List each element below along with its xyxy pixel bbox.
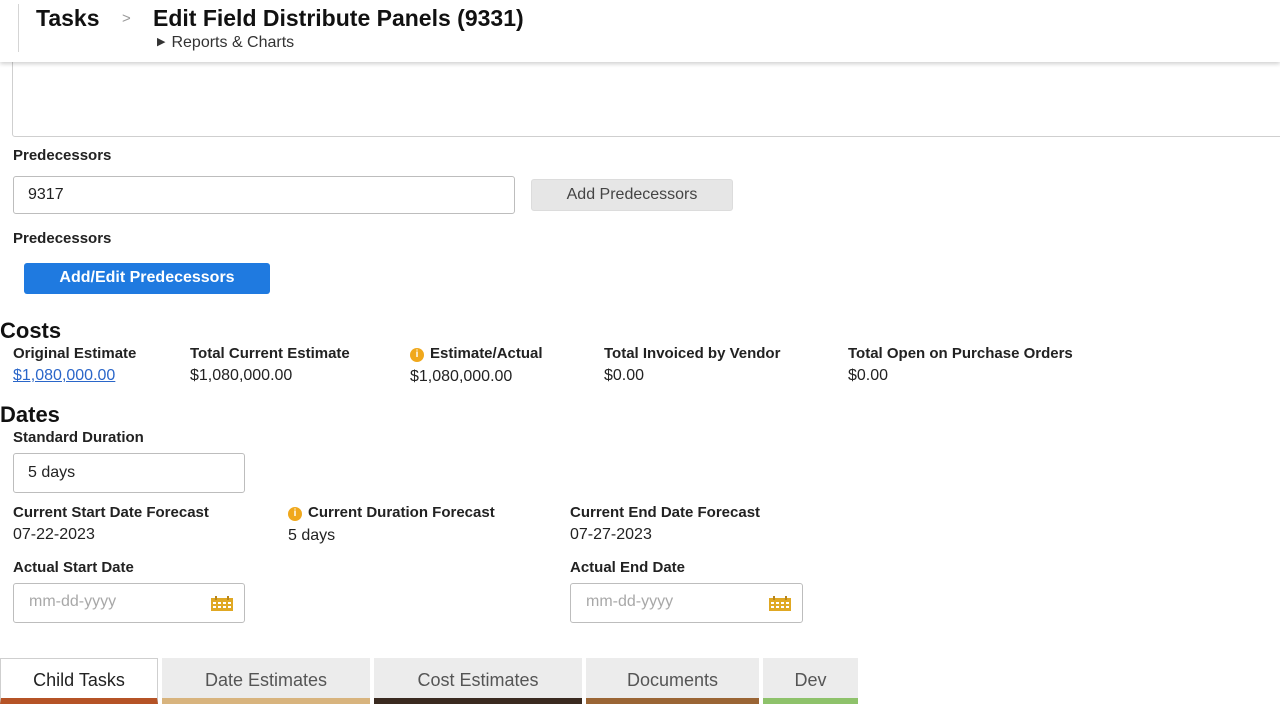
breadcrumb-separator-icon: >: [122, 10, 131, 27]
current-end-forecast-value: 07-27-2023: [570, 526, 652, 543]
current-end-forecast-label: Current End Date Forecast: [570, 504, 761, 521]
actual-end-date-label: Actual End Date: [570, 559, 686, 576]
actual-start-date-input[interactable]: mm-dd-yyyy: [13, 583, 245, 623]
total-open-po-value: $0.00: [848, 367, 889, 384]
tab-documents[interactable]: Documents: [586, 658, 759, 704]
caret-right-icon: ▶: [157, 36, 166, 48]
current-duration-forecast-header: i Current Duration Forecast: [288, 504, 495, 521]
estimate-actual-label: Estimate/Actual: [430, 345, 543, 362]
actual-start-date-placeholder: mm-dd-yyyy: [29, 593, 117, 610]
tab-dev[interactable]: Dev: [763, 658, 858, 704]
estimate-actual-value: $1,080,000.00: [410, 368, 513, 385]
tab-date-estimates[interactable]: Date Estimates: [162, 658, 370, 704]
calendar-icon[interactable]: [211, 596, 233, 611]
total-current-estimate-label: Total Current Estimate: [190, 345, 350, 362]
add-edit-predecessors-button[interactable]: Add/Edit Predecessors: [24, 263, 270, 294]
page-title: Edit Field Distribute Panels (9331): [153, 5, 524, 31]
breadcrumb-tasks-link[interactable]: Tasks: [36, 5, 100, 32]
standard-duration-label: Standard Duration: [13, 429, 144, 446]
actual-end-date-placeholder: mm-dd-yyyy: [586, 593, 674, 610]
dates-heading: Dates: [0, 402, 60, 427]
header-divider: [18, 4, 19, 52]
actual-start-date-label: Actual Start Date: [13, 559, 134, 576]
calendar-icon[interactable]: [769, 596, 791, 611]
predecessors-label-2: Predecessors: [13, 230, 112, 247]
standard-duration-input[interactable]: [13, 453, 245, 493]
info-icon[interactable]: i: [410, 348, 424, 362]
current-duration-forecast-label: Current Duration Forecast: [308, 504, 495, 521]
original-estimate-label: Original Estimate: [13, 345, 137, 362]
reports-charts-label: Reports & Charts: [171, 34, 295, 51]
estimate-actual-header: i Estimate/Actual: [410, 345, 543, 362]
current-duration-forecast-value: 5 days: [288, 527, 336, 544]
original-estimate-link[interactable]: $1,080,000.00: [13, 367, 115, 385]
total-invoiced-label: Total Invoiced by Vendor: [604, 345, 781, 362]
total-open-po-label: Total Open on Purchase Orders: [848, 345, 1073, 362]
costs-heading: Costs: [0, 318, 62, 343]
current-start-forecast-label: Current Start Date Forecast: [13, 504, 209, 521]
info-icon[interactable]: i: [288, 507, 302, 521]
current-start-forecast-value: 07-22-2023: [13, 526, 95, 543]
reports-charts-toggle[interactable]: ▶ Reports & Charts: [157, 34, 294, 52]
tab-cost-estimates[interactable]: Cost Estimates: [374, 658, 582, 704]
total-current-estimate-value: $1,080,000.00: [190, 367, 293, 384]
page-header: Tasks > Edit Field Distribute Panels (93…: [0, 0, 1280, 62]
description-textarea[interactable]: [12, 54, 1280, 137]
predecessors-label: Predecessors: [13, 147, 112, 164]
predecessors-input[interactable]: [13, 176, 515, 214]
actual-end-date-input[interactable]: mm-dd-yyyy: [570, 583, 803, 623]
add-predecessors-button[interactable]: Add Predecessors: [531, 179, 733, 211]
tab-child-tasks[interactable]: Child Tasks: [0, 658, 158, 704]
total-invoiced-value: $0.00: [604, 367, 645, 384]
